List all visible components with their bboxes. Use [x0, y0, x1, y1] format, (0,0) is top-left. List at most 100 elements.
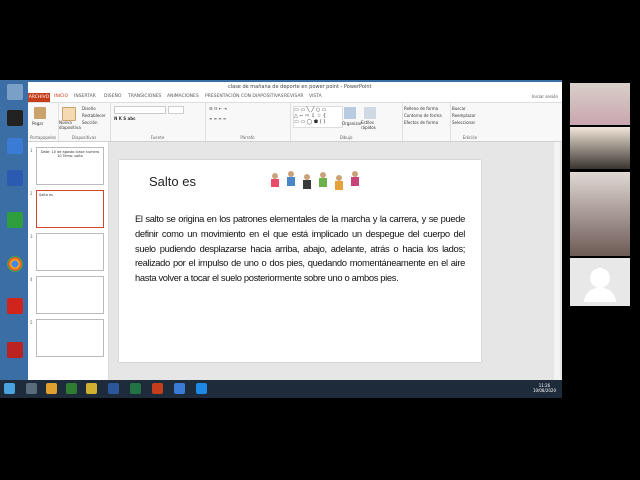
thumb-text: Salto es: [39, 193, 53, 197]
participant-video-1[interactable]: [570, 83, 630, 125]
sign-in-link[interactable]: Iniciar sesión: [532, 94, 558, 99]
word-icon[interactable]: [108, 383, 119, 394]
taskbar: 11:26 10/08/2020: [0, 380, 562, 398]
participant-video-2[interactable]: [570, 127, 630, 169]
media-icon: [7, 138, 23, 154]
desktop-icon-1[interactable]: [2, 84, 28, 100]
new-slide-icon[interactable]: [62, 107, 76, 121]
excel-icon[interactable]: [130, 383, 141, 394]
thumb-text: [37, 277, 103, 281]
slide-thumbnail-5[interactable]: [36, 319, 104, 357]
editing-group-label: Edición: [462, 135, 478, 140]
new-slide-button[interactable]: Nueva diapositiva: [59, 120, 81, 130]
chrome-icon: [7, 256, 23, 272]
tab-transiciones[interactable]: TRANSICIONES: [128, 94, 161, 99]
shape-format-group: Relleno de forma Contorno de forma Efect…: [402, 103, 451, 141]
tab-insertar[interactable]: INSERTAR: [74, 94, 96, 99]
tab-archivo[interactable]: ARCHIVO: [28, 93, 50, 102]
powerpoint-icon[interactable]: [152, 383, 163, 394]
select-button[interactable]: Seleccionar: [452, 120, 475, 125]
desktop-icon-5[interactable]: [2, 212, 28, 228]
desktop-icon-pdf[interactable]: [2, 342, 28, 358]
acrobat-icon: [7, 298, 23, 314]
tab-presentacion[interactable]: PRESENTACIÓN CON DIAPOSITIVAS: [205, 94, 284, 99]
slide-editor: Salto es El salto se origina en los patr…: [109, 142, 562, 380]
app-icon[interactable]: [174, 383, 185, 394]
font-group: N K S abc Fuente: [110, 103, 206, 141]
remote-desktop-screen: clase de mañana de deporte en power poin…: [0, 80, 562, 398]
align-icons[interactable]: ≡ ≡ ≡ ≡: [209, 116, 226, 121]
desktop-icon-chrome[interactable]: [2, 256, 28, 272]
slide-thumbnail-4[interactable]: [36, 276, 104, 314]
font-name-select[interactable]: [114, 106, 166, 114]
arrange-button[interactable]: Organizar: [342, 121, 362, 126]
desktop-icon-2[interactable]: [2, 110, 28, 126]
reset-button[interactable]: Restablecer: [82, 113, 106, 118]
slides-group-label: Diapositivas: [71, 135, 97, 140]
thumb-text: [37, 234, 103, 238]
ribbon-tabs: ARCHIVO INICIO INSERTAR DISEÑO TRANSICIO…: [28, 93, 562, 103]
font-group-label: Fuente: [150, 135, 165, 140]
quick-styles-button[interactable]: Estilos rápidos: [361, 120, 383, 130]
clipboard-group-label: Portapapeles: [29, 135, 57, 140]
app-icon[interactable]: [86, 383, 97, 394]
zoom-icon[interactable]: [196, 383, 207, 394]
tab-diseno[interactable]: DISEÑO: [104, 94, 121, 99]
desktop-icons: [0, 80, 30, 380]
shapes-gallery[interactable]: ▭ ▭ ╲ ╱ ○ ▭ △ ⌐ ⇨ ⇩ ☆ {▭ ▭ ◯ ⬟ ( ): [293, 106, 343, 128]
thumb-number: 5: [30, 320, 33, 325]
slide-thumbnail-1[interactable]: Date: 10 de agosto clase numero 10 Tema:…: [36, 147, 104, 185]
window-title: clase de mañana de deporte en power poin…: [228, 84, 372, 90]
drawing-group-label: Dibujo: [339, 135, 353, 140]
tab-animaciones[interactable]: ANIMACIONES: [167, 94, 199, 99]
vertical-scrollbar[interactable]: [554, 142, 560, 380]
layout-button[interactable]: Diseño: [82, 106, 96, 111]
arrange-icon[interactable]: [344, 107, 356, 119]
file-explorer-icon[interactable]: [46, 383, 57, 394]
shape-outline-button[interactable]: Contorno de forma: [404, 113, 442, 118]
app-icon: [7, 110, 23, 126]
app-icon: [7, 170, 23, 186]
clipboard-group: Pegar Portapapeles: [28, 103, 59, 141]
replace-button[interactable]: Reemplazar: [452, 113, 476, 118]
current-slide[interactable]: Salto es El salto se origina en los patr…: [119, 160, 481, 362]
section-button[interactable]: Sección: [82, 120, 98, 125]
tab-inicio[interactable]: INICIO: [54, 94, 68, 99]
quick-styles-icon[interactable]: [364, 107, 376, 119]
slide-thumbnails-panel: 1 Date: 10 de agosto clase numero 10 Tem…: [28, 142, 109, 380]
participant-video-4[interactable]: [570, 258, 630, 306]
ribbon: Pegar Portapapeles Nueva diapositiva Dis…: [28, 103, 562, 142]
desktop-icon-acrobat[interactable]: [2, 298, 28, 314]
pdf-icon: [7, 342, 23, 358]
desktop-icon-3[interactable]: [2, 138, 28, 154]
bold-icon[interactable]: N K S abc: [114, 116, 135, 121]
desktop-icon-4[interactable]: [2, 170, 28, 186]
slides-group: Nueva diapositiva Diseño Restablecer Sec…: [58, 103, 111, 141]
avatar-icon: [590, 268, 610, 288]
shape-effects-button[interactable]: Efectos de forma: [404, 120, 438, 125]
participant-video-3[interactable]: [570, 172, 630, 256]
list-icons[interactable]: ☰ ☷ ⇤ ⇥: [209, 106, 227, 111]
font-size-select[interactable]: [168, 106, 184, 114]
tab-vista[interactable]: VISTA: [309, 94, 322, 99]
paste-button[interactable]: Pegar: [32, 121, 43, 126]
folder-icon: [7, 84, 23, 100]
slide-title[interactable]: Salto es: [149, 174, 196, 189]
search-icon[interactable]: [26, 383, 37, 394]
slide-body-text[interactable]: El salto se origina en los patrones elem…: [135, 212, 465, 286]
app-icon[interactable]: [66, 383, 77, 394]
powerpoint-window: clase de mañana de deporte en power poin…: [28, 82, 562, 380]
thumb-number: 2: [30, 191, 33, 196]
thumb-number: 1: [30, 148, 33, 153]
system-clock[interactable]: 11:26 10/08/2020: [533, 383, 556, 393]
tab-revisar[interactable]: REVISAR: [284, 94, 304, 99]
start-icon[interactable]: [4, 383, 15, 394]
drawing-group: ▭ ▭ ╲ ╱ ○ ▭ △ ⌐ ⇨ ⇩ ☆ {▭ ▭ ◯ ⬟ ( ) Organi…: [290, 103, 403, 141]
shape-fill-button[interactable]: Relleno de forma: [404, 106, 438, 111]
clock-date: 10/08/2020: [532, 388, 556, 393]
slide-thumbnail-2[interactable]: Salto es: [36, 190, 104, 228]
slide-thumbnail-3[interactable]: [36, 233, 104, 271]
avatar-body: [584, 288, 616, 302]
find-button[interactable]: Buscar: [452, 106, 466, 111]
paste-icon[interactable]: [34, 107, 46, 119]
